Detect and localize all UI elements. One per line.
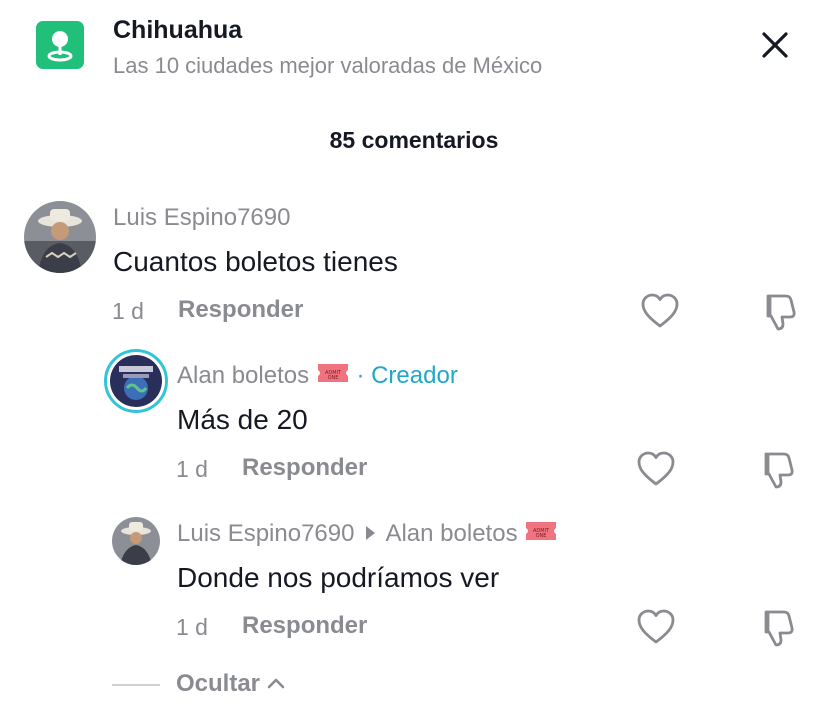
reply-button[interactable]: Responder	[242, 454, 367, 482]
avatar[interactable]	[112, 517, 160, 565]
location-title[interactable]: Chihuahua	[113, 16, 242, 45]
hide-label: Ocultar	[176, 670, 261, 697]
location-subtitle[interactable]: Las 10 ciudades mejor valoradas de Méxic…	[113, 53, 542, 79]
close-icon[interactable]	[758, 28, 792, 62]
ticket-icon: ADMIT ONE	[316, 362, 350, 391]
location-pin-icon[interactable]	[36, 21, 84, 69]
comment-text: Donde nos podríamos ver	[177, 562, 500, 593]
comment-username[interactable]: Alan boletos	[177, 362, 309, 389]
hide-replies-button[interactable]: Ocultar	[176, 670, 285, 699]
heart-icon[interactable]	[636, 450, 676, 488]
comment-username[interactable]: Luis Espino7690	[177, 520, 354, 547]
heart-icon[interactable]	[636, 608, 676, 646]
dislike-icon[interactable]	[758, 292, 798, 332]
comment-time: 1 d	[112, 298, 144, 324]
ticket-icon: ADMIT ONE	[524, 520, 558, 549]
comment-text: Cuantos boletos tienes	[113, 246, 398, 277]
heart-icon[interactable]	[640, 292, 680, 330]
comment-text: Más de 20	[177, 404, 308, 435]
comments-sheet: Chihuahua Las 10 ciudades mejor valorada…	[0, 0, 828, 720]
comment-header: Luis Espino7690 Alan boletos ADMIT ONE	[177, 520, 558, 549]
creator-badge: · Creador	[356, 362, 458, 389]
reply-button[interactable]: Responder	[178, 296, 303, 324]
avatar[interactable]	[104, 349, 168, 413]
svg-text:ONE: ONE	[327, 375, 338, 381]
comment-header: Alan boletos ADMIT ONE · Creador	[177, 362, 458, 391]
comment-time: 1 d	[176, 614, 208, 640]
svg-text:ONE: ONE	[536, 533, 547, 539]
dislike-icon[interactable]	[756, 608, 796, 648]
avatar[interactable]	[24, 201, 96, 273]
comment-username[interactable]: Luis Espino7690	[113, 204, 290, 232]
chevron-up-icon	[267, 668, 285, 696]
dislike-icon[interactable]	[756, 450, 796, 490]
reply-arrow-icon	[366, 525, 376, 540]
divider	[112, 684, 160, 686]
comments-count: 85 comentarios	[329, 127, 499, 153]
reply-button[interactable]: Responder	[242, 612, 367, 640]
reply-to-username[interactable]: Alan boletos	[385, 520, 517, 547]
comment-time: 1 d	[176, 456, 208, 482]
